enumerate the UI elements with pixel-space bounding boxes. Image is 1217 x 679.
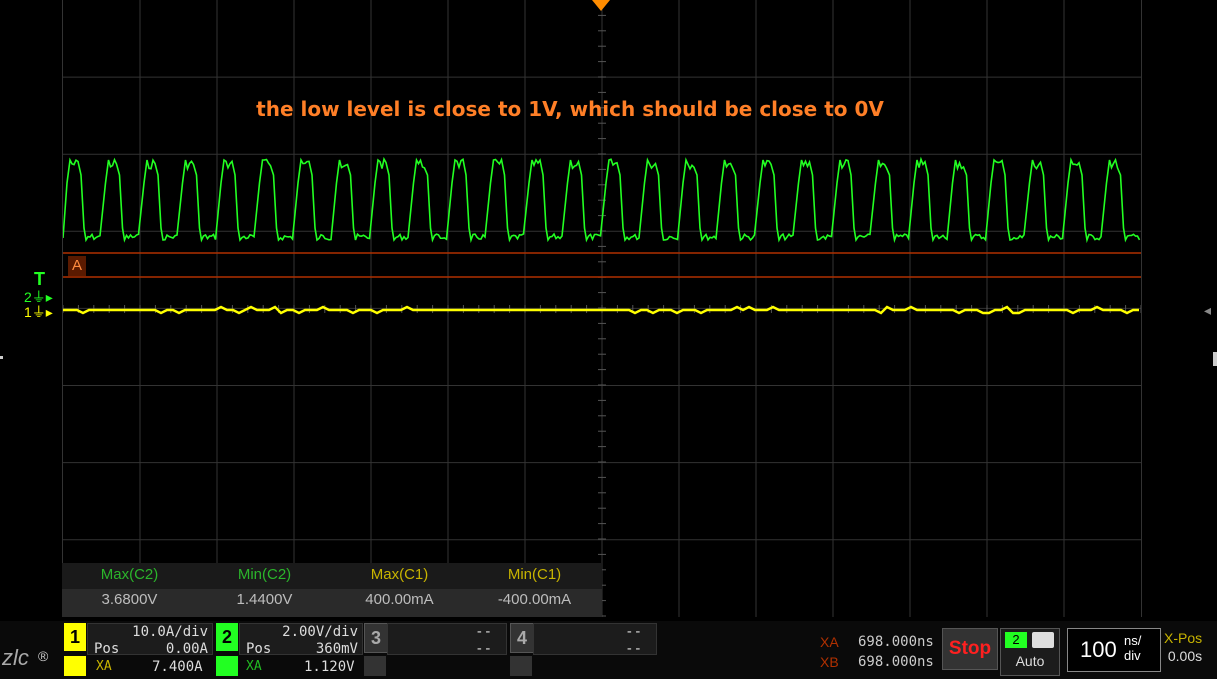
waveform-display[interactable] xyxy=(62,0,1142,617)
ground-icon: ⏚▸ xyxy=(31,304,53,320)
cursor-a-tag[interactable]: A xyxy=(68,256,86,276)
timebase-unit-div: div xyxy=(1124,648,1141,663)
x-position-value: 0.00s xyxy=(1167,648,1203,664)
timebase-button[interactable]: 100 ns/ div xyxy=(1067,628,1161,672)
ch2-pos-value: 360mV xyxy=(315,641,358,657)
registered-mark: ® xyxy=(38,648,49,664)
ch2-scale: 2.00V/div xyxy=(282,624,358,640)
ch1-coupling-icon[interactable] xyxy=(64,656,86,676)
right-edge-marker xyxy=(1213,352,1217,366)
ch3-settings[interactable]: -- -- xyxy=(387,623,507,657)
trigger-mode-button[interactable]: 2 Auto xyxy=(1000,628,1060,676)
ch2-xa-label: XA xyxy=(246,659,262,674)
ch2-tag[interactable]: 2 xyxy=(216,623,238,651)
cursor-xa-label: XA xyxy=(820,634,839,650)
x-position-label: X-Pos xyxy=(1164,630,1203,646)
ch1-pos-label: Pos xyxy=(94,641,120,657)
ch1-xa-value: 7.400A xyxy=(152,659,203,675)
measurement-value: 1.4400V xyxy=(236,591,293,608)
ch1-pos-value: 0.00A xyxy=(165,641,208,657)
trigger-mode: Auto xyxy=(1015,653,1045,669)
ch2-coupling-icon[interactable] xyxy=(216,656,238,676)
measurement-header: Max(C1) xyxy=(370,566,429,583)
ch3-coupling-icon[interactable] xyxy=(364,656,386,676)
scroll-right-arrow-icon[interactable]: ◂ xyxy=(1204,302,1211,319)
measurement-header: Min(C1) xyxy=(507,566,562,583)
ch1-scale: 10.0A/div xyxy=(132,624,208,640)
measurement-header: Min(C2) xyxy=(237,566,292,583)
ch4-coupling-icon[interactable] xyxy=(510,656,532,676)
ch1-settings[interactable]: 10.0A/div Pos 0.00A xyxy=(87,623,213,657)
ch3-scale: -- xyxy=(475,624,492,640)
ch2-settings[interactable]: 2.00V/div Pos 360mV xyxy=(239,623,363,657)
ch1-offset-marker[interactable]: 1⏚▸ xyxy=(24,302,53,322)
x-position[interactable]: X-Pos 0.00s xyxy=(1164,630,1202,664)
ch3-pos-value: -- xyxy=(475,641,492,657)
ch2-xa-value: 1.120V xyxy=(304,659,355,675)
annotation-text: the low level is close to 1V, which shou… xyxy=(256,97,884,121)
ch2-waveform-trace xyxy=(63,156,1141,244)
left-edge-marker xyxy=(0,356,3,359)
ch2-pos-label: Pos xyxy=(246,641,272,657)
measurement-value: 400.00mA xyxy=(365,591,434,608)
measurement-value: -400.00mA xyxy=(497,591,572,608)
trigger-position-icon[interactable] xyxy=(592,0,610,12)
ch1-tag[interactable]: 1 xyxy=(64,623,86,651)
ch4-tag[interactable]: 4 xyxy=(510,623,534,653)
cursor-xa-value[interactable]: 698.000ns xyxy=(858,634,934,650)
ch4-scale: -- xyxy=(625,624,642,640)
timebase-value: 100 xyxy=(1080,637,1117,662)
waveform-grid xyxy=(63,0,1141,617)
run-stop-button[interactable]: Stop xyxy=(942,628,998,670)
ch4-settings[interactable]: -- -- xyxy=(533,623,657,657)
timebase-unit: ns/ xyxy=(1124,633,1142,648)
measurement-value: 3.6800V xyxy=(101,591,158,608)
ch4-pos-value: -- xyxy=(625,641,642,657)
trigger-source: 2 xyxy=(1005,632,1027,648)
cursor-xb-value[interactable]: 698.000ns xyxy=(858,654,934,670)
measurement-panel: Max(C2) Min(C2) Max(C1) Min(C1) 3.6800V … xyxy=(62,563,602,617)
brand-logo: zlc xyxy=(2,645,29,670)
ch3-tag[interactable]: 3 xyxy=(364,623,388,653)
ch1-xa-label: XA xyxy=(96,659,112,674)
trigger-edge-icon xyxy=(1032,632,1054,648)
cursor-xb-label: XB xyxy=(820,654,839,670)
measurement-header: Max(C2) xyxy=(100,566,159,583)
